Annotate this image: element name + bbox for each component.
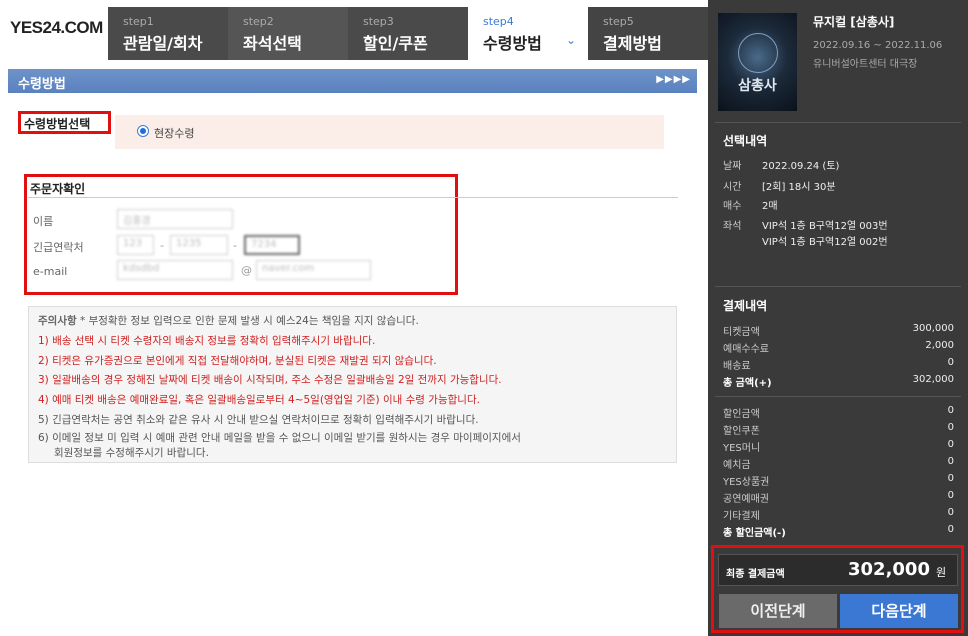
email-domain-input[interactable]: naver.com <box>256 260 371 280</box>
step-3-tab[interactable]: step3 할인/쿠폰 <box>348 7 468 60</box>
poster-title: 삼총사 <box>738 78 777 94</box>
section-divider <box>28 197 678 198</box>
voucher-key: 공연예매권 <box>723 494 769 505</box>
step-5-tab[interactable]: step5 결제방법 <box>588 7 708 60</box>
giftcard-key: YES상품권 <box>723 477 770 488</box>
onsite-pickup-label[interactable]: 현장수령 <box>154 125 194 141</box>
delivery-options-panel <box>115 115 664 149</box>
ticket-price-value: 300,000 <box>912 323 954 334</box>
notice-item: 6) 이메일 정보 미 입력 시 예매 관련 안내 메일을 받을 수 없으니 이… <box>38 431 521 444</box>
step-number: step3 <box>363 15 394 28</box>
step-4-tab[interactable]: step4 수령방법 ⌄ <box>468 7 588 60</box>
sidebar-divider <box>715 122 961 123</box>
prev-step-button[interactable]: 이전단계 <box>719 594 837 628</box>
seat-value: VIP석 1층 B구역12열 002번 <box>762 237 888 248</box>
delivery-method-label: 수령방법선택 <box>24 117 91 131</box>
step-1-tab[interactable]: step1 관람일/회차 <box>108 7 228 60</box>
phone-label: 긴급연락처 <box>33 241 84 254</box>
step-label: 좌석선택 <box>243 34 302 53</box>
notice-box: 주의사항 * 부정확한 정보 입력으로 인한 문제 발생 시 예스24는 책임을… <box>28 306 677 463</box>
final-amount-label: 최종 결제금액 <box>726 569 785 580</box>
total-discount-key: 총 할인금액(-) <box>723 528 786 539</box>
notice-item: 2) 티켓은 유가증권으로 본인에게 직접 전달해야하며, 분실된 티켓은 재발… <box>38 354 437 367</box>
discount-value: 0 <box>947 405 954 416</box>
header: YES24.COM step1 관람일/회차 step2 좌석선택 step3 … <box>0 0 708 60</box>
section-title: 수령방법 <box>18 77 66 92</box>
yes24-logo[interactable]: YES24.COM <box>10 18 103 38</box>
sidebar-divider <box>715 396 961 397</box>
phone-part2-input[interactable]: 1235 <box>170 235 228 255</box>
chevron-down-icon: ⌄ <box>565 33 576 47</box>
step-label: 결제방법 <box>603 34 662 53</box>
email-at-sign: @ <box>241 264 252 277</box>
other-payment-value: 0 <box>947 507 954 518</box>
time-value: [2회] 18시 30분 <box>762 182 836 193</box>
seat-value: VIP석 1층 B구역12열 003번 <box>762 221 888 232</box>
poster-emblem <box>738 33 778 73</box>
notice-intro: 주의사항 * 부정확한 정보 입력으로 인한 문제 발생 시 예스24는 책임을… <box>38 315 419 327</box>
phone-part1-input[interactable]: 123 <box>117 235 154 255</box>
seat-key: 좌석 <box>723 221 742 232</box>
step-number: step2 <box>243 15 274 28</box>
deposit-value: 0 <box>947 456 954 467</box>
total-key: 총 금액(+) <box>723 378 772 389</box>
step-label: 관람일/회차 <box>123 34 203 53</box>
date-value: 2022.09.24 (토) <box>762 161 840 172</box>
deposit-key: 예치금 <box>723 460 751 471</box>
name-label: 이름 <box>33 215 54 228</box>
time-key: 시간 <box>723 182 742 193</box>
count-value: 2매 <box>762 201 778 212</box>
show-poster: 삼총사 <box>718 13 797 111</box>
notice-item: 회원정보를 수정해주시기 바랍니다. <box>54 446 209 459</box>
total-value: 302,000 <box>912 374 954 385</box>
onsite-pickup-radio[interactable] <box>137 125 149 137</box>
notice-item: 3) 일괄배송의 경우 정해진 날짜에 티켓 배송이 시작되며, 주소 수정은 … <box>38 374 502 387</box>
show-dates: 2022.09.16 ~ 2022.11.06 <box>813 40 943 51</box>
other-payment-key: 기타결제 <box>723 511 760 522</box>
name-input[interactable]: 김홍경 <box>117 209 233 229</box>
sidebar-divider <box>715 286 961 287</box>
step-number: step1 <box>123 15 154 28</box>
section-title-bar: 수령방법 ▶▶▶▶ <box>8 69 697 93</box>
notice-item: 1) 배송 선택 시 티켓 수령자의 배송지 정보를 정확히 입력해주시기 바랍… <box>38 334 376 347</box>
show-venue: 유니버설아트센터 대극장 <box>813 59 918 70</box>
phone-separator: - <box>160 239 164 252</box>
payment-heading: 결제내역 <box>723 299 768 313</box>
yesmoney-key: YES머니 <box>723 443 761 454</box>
date-key: 날짜 <box>723 161 742 172</box>
notice-item: 4) 예매 티켓 배송은 예매완료일, 혹은 일괄배송일로부터 4~5일(영업일… <box>38 394 480 407</box>
phone-part3-input[interactable]: 7234 <box>244 235 300 255</box>
step-tabs: step1 관람일/회차 step2 좌석선택 step3 할인/쿠폰 step… <box>108 7 708 60</box>
voucher-value: 0 <box>947 490 954 501</box>
step-number: step4 <box>483 15 514 28</box>
total-discount-value: 0 <box>947 524 954 535</box>
email-id-input[interactable]: kdsdbd <box>117 260 233 280</box>
arrow-right-icon: ▶▶▶▶ <box>656 74 691 85</box>
phone-separator: - <box>233 239 237 252</box>
coupon-key: 할인쿠폰 <box>723 426 760 437</box>
fee-key: 예매수수료 <box>723 344 769 355</box>
fee-value: 2,000 <box>925 340 954 351</box>
shipping-key: 배송료 <box>723 361 751 372</box>
discount-key: 할인금액 <box>723 409 760 420</box>
count-key: 매수 <box>723 201 742 212</box>
email-label: e-mail <box>33 265 68 278</box>
next-step-button[interactable]: 다음단계 <box>840 594 958 628</box>
final-amount-unit: 원 <box>936 566 947 579</box>
final-amount-value: 302,000 <box>848 559 930 580</box>
step-number: step5 <box>603 15 634 28</box>
shipping-value: 0 <box>947 357 954 368</box>
show-title: 뮤지컬 [삼총사] <box>813 15 895 29</box>
yesmoney-value: 0 <box>947 439 954 450</box>
coupon-value: 0 <box>947 422 954 433</box>
booking-summary-sidebar: 삼총사 <box>708 0 968 636</box>
selection-heading: 선택내역 <box>723 134 768 148</box>
step-2-tab[interactable]: step2 좌석선택 <box>228 7 348 60</box>
orderer-confirm-label: 주문자확인 <box>30 182 86 196</box>
ticket-price-key: 티켓금액 <box>723 327 760 338</box>
step-label: 할인/쿠폰 <box>363 34 428 53</box>
giftcard-value: 0 <box>947 473 954 484</box>
notice-item: 5) 긴급연락처는 공연 취소와 같은 유사 시 안내 받으실 연락처이므로 정… <box>38 413 479 426</box>
